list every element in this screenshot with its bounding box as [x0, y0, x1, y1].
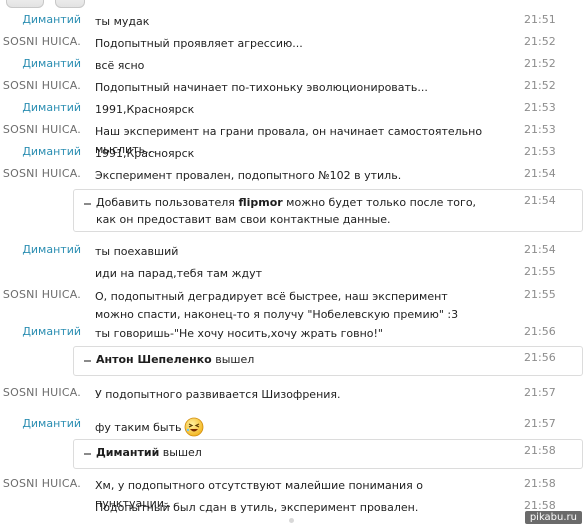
sender-name[interactable]: Димантий: [22, 101, 81, 114]
message-time: 21:55: [524, 265, 556, 278]
system-notice: Димантий вышел 21:58: [73, 439, 583, 469]
message-row: Димантий ты мудак 21:51: [0, 9, 586, 31]
message-text: 1991,Красноярск: [95, 103, 195, 116]
username: Димантий: [96, 446, 160, 459]
sender-name[interactable]: SOSNI HUICA.: [3, 288, 81, 301]
system-notice-time: 21:58: [524, 444, 556, 457]
sender-name[interactable]: SOSNI HUICA.: [3, 386, 81, 399]
system-notice-text: Димантий вышел: [96, 446, 202, 459]
message-text: Подопытный проявляет агрессию...: [95, 37, 303, 50]
message-time: 21:56: [524, 325, 556, 338]
scroll-indicator: [289, 518, 294, 523]
sender-name[interactable]: Димантий: [22, 243, 81, 256]
laughing-smiley-icon: [184, 417, 203, 437]
message-text: ты мудак: [95, 15, 150, 28]
message-text: фу таким быть: [95, 417, 490, 437]
toolbar-button[interactable]: [6, 0, 44, 8]
dash-icon: [84, 453, 91, 455]
message-time: 21:57: [524, 417, 556, 430]
sender-name[interactable]: Димантий: [22, 417, 81, 430]
sender-name[interactable]: SOSNI HUICA.: [3, 477, 81, 490]
toolbar-button-2[interactable]: [55, 0, 85, 8]
username: flipmor: [238, 196, 283, 209]
system-notice-text: Антон Шепеленко вышел: [96, 353, 255, 366]
message-time: 21:53: [524, 123, 556, 136]
message-row: SOSNI HUICA. У подопытного развивается Ш…: [0, 382, 586, 404]
sender-name[interactable]: SOSNI HUICA.: [3, 167, 81, 180]
sender-name[interactable]: Димантий: [22, 145, 81, 158]
message-text: 1991,Красноярск: [95, 147, 195, 160]
watermark: pikabu.ru: [524, 511, 582, 524]
sender-name[interactable]: Димантий: [22, 57, 81, 70]
message-row: SOSNI HUICA. Наш эксперимент на грани пр…: [0, 119, 586, 156]
system-notice-time: 21:54: [524, 194, 556, 207]
message-time: 21:57: [524, 386, 556, 399]
message-row: SOSNI HUICA. Подопытный проявляет агресс…: [0, 31, 586, 53]
message-text: Подопытный начинает по-тихоньку эволюцио…: [95, 81, 428, 94]
message-time: 21:54: [524, 243, 556, 256]
sender-name[interactable]: Димантий: [22, 325, 81, 338]
sender-name[interactable]: SOSNI HUICA.: [3, 79, 81, 92]
message-text: ты говоришь-"Не хочу носить,хочу жрать г…: [95, 327, 383, 340]
system-notice-text: Добавить пользователя flipmor можно буде…: [96, 196, 477, 226]
message-time: 21:58: [524, 477, 556, 490]
system-notice: Антон Шепеленко вышел 21:56: [73, 346, 583, 376]
message-text: ты поехавший: [95, 245, 179, 258]
sender-name[interactable]: SOSNI HUICA.: [3, 123, 81, 136]
message-row: Димантий ты поехавший 21:54: [0, 239, 586, 261]
sender-name[interactable]: SOSNI HUICA.: [3, 35, 81, 48]
message-text: О, подопытный деградирует всё быстрее, н…: [95, 290, 459, 321]
message-time: 21:52: [524, 79, 556, 92]
message-text: Эксперимент провален, подопытного №102 в…: [95, 169, 402, 182]
message-time: 21:52: [524, 57, 556, 70]
message-row: SOSNI HUICA. О, подопытный деградирует в…: [0, 284, 586, 324]
message-row: Димантий ты говоришь-"Не хочу носить,хоч…: [0, 321, 586, 343]
message-row: Димантий фу таким быть 21:57: [0, 413, 586, 439]
username: Антон Шепеленко: [96, 353, 212, 366]
message-time: 21:54: [524, 167, 556, 180]
dash-icon: [84, 203, 91, 205]
dash-icon: [84, 360, 91, 362]
system-notice: Добавить пользователя flipmor можно буде…: [73, 189, 583, 232]
message-time: 21:52: [524, 35, 556, 48]
message-time: 21:55: [524, 288, 556, 301]
message-text: Подопытный был сдан в утиль, эксперимент…: [95, 501, 419, 514]
message-text: иди на парад,тебя там ждут: [95, 267, 263, 280]
message-row: Димантий 1991,Красноярск 21:53: [0, 97, 586, 119]
message-text: У подопытного развивается Шизофрения.: [95, 388, 341, 401]
message-text: всё ясно: [95, 59, 145, 72]
message-time: 21:53: [524, 101, 556, 114]
system-notice-time: 21:56: [524, 351, 556, 364]
message-row: SOSNI HUICA. Эксперимент провален, подоп…: [0, 163, 586, 185]
message-row: Димантий 1991,Красноярск 21:53: [0, 141, 586, 163]
message-row: SOSNI HUICA. Подопытный начинает по-тихо…: [0, 75, 586, 97]
message-row: Димантий всё ясно 21:52: [0, 53, 586, 75]
sender-name[interactable]: Димантий: [22, 13, 81, 26]
message-time: 21:53: [524, 145, 556, 158]
message-time: 21:51: [524, 13, 556, 26]
message-row: SOSNI HUICA. Хм, у подопытного отсутству…: [0, 473, 586, 510]
message-row: иди на парад,тебя там ждут 21:55: [0, 261, 586, 283]
message-row: Подопытный был сдан в утиль, эксперимент…: [0, 495, 586, 517]
